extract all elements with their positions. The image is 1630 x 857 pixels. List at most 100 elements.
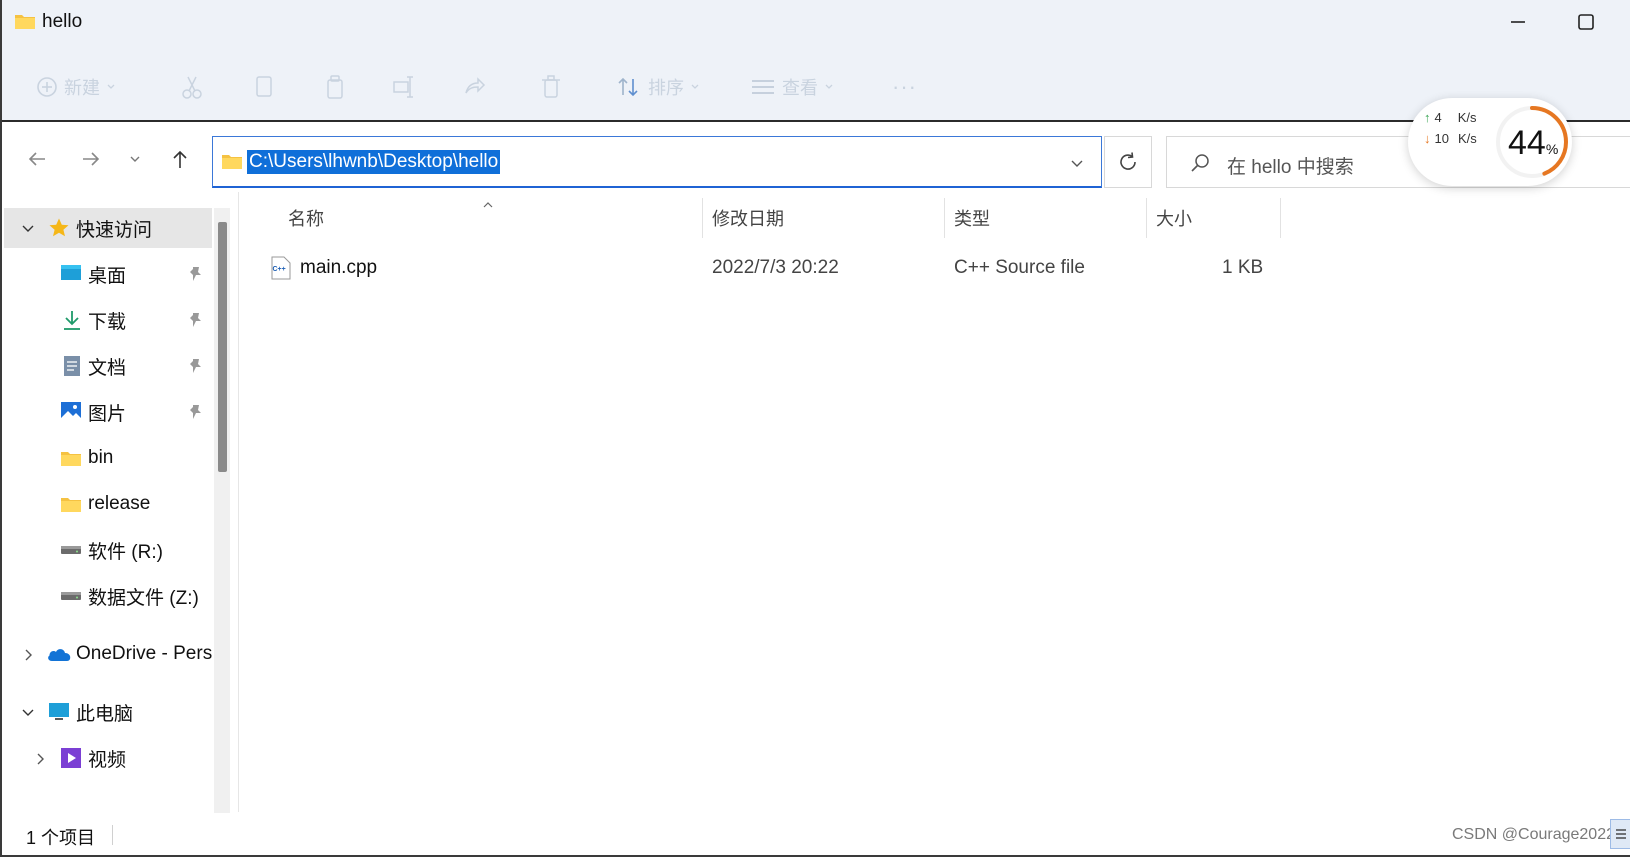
- usage-value: 44: [1508, 124, 1546, 162]
- chevron-right-icon: [25, 649, 32, 661]
- computer-icon: [49, 703, 69, 720]
- videos-icon: [61, 748, 81, 768]
- address-bar[interactable]: C:\Users\lhwnb\Desktop\hello: [212, 136, 1102, 188]
- sidebar-scrollbar[interactable]: [214, 208, 230, 813]
- paste-button[interactable]: [324, 72, 346, 102]
- sort-label: 排序: [648, 78, 684, 98]
- usage-readout: 44%: [1508, 124, 1558, 163]
- sidebar-item-release[interactable]: release: [4, 484, 212, 524]
- sidebar-item-label: 桌面: [88, 265, 127, 287]
- chevron-down-icon: [107, 84, 115, 89]
- sidebar-item-videos[interactable]: 视频: [4, 738, 212, 778]
- sidebar-item-label: 快速访问: [76, 219, 153, 241]
- view-button[interactable]: 查看: [750, 72, 834, 102]
- sidebar-item-documents[interactable]: 文档: [4, 346, 212, 386]
- file-row[interactable]: C++ main.cpp 2022/7/3 20:22 C++ Source f…: [262, 248, 1282, 288]
- download-unit: K/s: [1457, 131, 1477, 146]
- forward-button[interactable]: [78, 146, 104, 172]
- navigation-bar: C:\Users\lhwnb\Desktop\hello 在 hello 中搜索: [2, 124, 1630, 192]
- up-button[interactable]: [167, 146, 193, 172]
- copy-button[interactable]: [254, 72, 274, 102]
- copy-icon: [256, 76, 272, 97]
- column-name-label: 名称: [288, 209, 324, 229]
- minimize-button[interactable]: [1506, 10, 1530, 34]
- sidebar-item-downloads[interactable]: 下载: [4, 300, 212, 340]
- folder-icon: [61, 498, 81, 512]
- sidebar-item-label: OneDrive - Pers: [76, 643, 212, 664]
- column-header-size[interactable]: 大小: [1156, 198, 1276, 238]
- pin-icon: [190, 313, 201, 327]
- status-bar: 1 个项目 CSDN @Courage2022: [4, 815, 1630, 855]
- folder-icon: [14, 12, 36, 35]
- minimize-icon: [1511, 21, 1525, 23]
- download-speed: ↓ 10 K/s: [1424, 131, 1477, 146]
- more-button[interactable]: ···: [892, 72, 917, 102]
- pane-divider: [238, 192, 239, 812]
- document-icon: [64, 356, 80, 376]
- sidebar-item-bin[interactable]: bin: [4, 438, 212, 478]
- refresh-icon: [1120, 152, 1136, 170]
- pin-icon: [190, 267, 201, 281]
- new-button[interactable]: 新建: [36, 72, 116, 102]
- delete-button[interactable]: [540, 72, 562, 102]
- trash-icon: [542, 75, 560, 98]
- pin-icon: [190, 405, 201, 419]
- sidebar-item-this-pc[interactable]: 此电脑: [4, 692, 212, 732]
- sidebar-item-drive-z[interactable]: 数据文件 (Z:): [4, 576, 212, 616]
- column-divider[interactable]: [944, 198, 945, 238]
- sidebar-item-drive-r[interactable]: 软件 (R:): [4, 530, 212, 570]
- column-divider[interactable]: [702, 198, 703, 238]
- status-divider: [112, 825, 113, 845]
- item-count: 1 个项目: [26, 828, 96, 848]
- sidebar-item-label: 此电脑: [76, 703, 134, 725]
- sidebar-item-onedrive[interactable]: OneDrive - Pers: [4, 634, 212, 674]
- scrollbar-thumb[interactable]: [218, 222, 227, 472]
- sidebar-item-label: 软件 (R:): [88, 541, 163, 563]
- chevron-down-icon: [22, 709, 34, 716]
- details-view-button[interactable]: [1610, 819, 1630, 849]
- sidebar-item-label: release: [88, 493, 151, 514]
- address-dropdown-button[interactable]: [1069, 155, 1085, 176]
- folder-icon: [61, 452, 81, 466]
- share-icon: [465, 77, 486, 94]
- recent-locations-button[interactable]: [122, 146, 148, 172]
- drive-icon: [61, 592, 81, 600]
- back-button[interactable]: [24, 146, 50, 172]
- share-button[interactable]: [462, 72, 486, 102]
- chevron-down-icon: [1071, 160, 1083, 167]
- sidebar-item-desktop[interactable]: 桌面: [4, 254, 212, 294]
- title-bar: hello: [2, 0, 1630, 44]
- column-header-type[interactable]: 类型: [954, 198, 1144, 238]
- network-speed-widget[interactable]: ↑ 4 K/s ↓ 10 K/s 44%: [1408, 98, 1572, 186]
- star-icon: [49, 218, 69, 237]
- chevron-down-icon: [22, 225, 34, 232]
- sidebar-item-quick-access[interactable]: 快速访问: [4, 208, 212, 248]
- cut-button[interactable]: [180, 72, 204, 102]
- column-modified-label: 修改日期: [712, 209, 784, 229]
- maximize-icon: [1578, 14, 1594, 30]
- sort-icon: [618, 77, 638, 97]
- address-input[interactable]: C:\Users\lhwnb\Desktop\hello: [247, 150, 501, 174]
- upload-speed: ↑ 4 K/s: [1424, 110, 1477, 125]
- sidebar-item-label: 文档: [88, 357, 127, 379]
- download-icon: [64, 311, 80, 330]
- download-value: 10: [1434, 131, 1449, 146]
- file-name: main.cpp: [300, 257, 378, 278]
- column-divider[interactable]: [1146, 198, 1147, 238]
- refresh-button[interactable]: [1104, 136, 1152, 188]
- rename-button[interactable]: [392, 72, 416, 102]
- search-input[interactable]: 在 hello 中搜索: [1227, 152, 1354, 179]
- sidebar-item-pictures[interactable]: 图片: [4, 392, 212, 432]
- navigation-pane: 快速访问 桌面 下载 文档 图片 bin release 软件 (R:) 数据文…: [4, 208, 212, 813]
- rename-icon: [393, 76, 413, 98]
- sidebar-item-label: 数据文件 (Z:): [88, 587, 199, 609]
- maximize-button[interactable]: [1574, 10, 1598, 34]
- sort-button[interactable]: 排序: [616, 72, 700, 102]
- folder-icon: [221, 152, 243, 175]
- plus-circle-icon: [37, 77, 57, 97]
- column-header-modified[interactable]: 修改日期: [712, 198, 942, 238]
- upload-unit: K/s: [1457, 110, 1477, 125]
- column-header-name[interactable]: 名称: [288, 198, 698, 238]
- desktop-icon: [61, 265, 81, 280]
- column-divider[interactable]: [1280, 198, 1281, 238]
